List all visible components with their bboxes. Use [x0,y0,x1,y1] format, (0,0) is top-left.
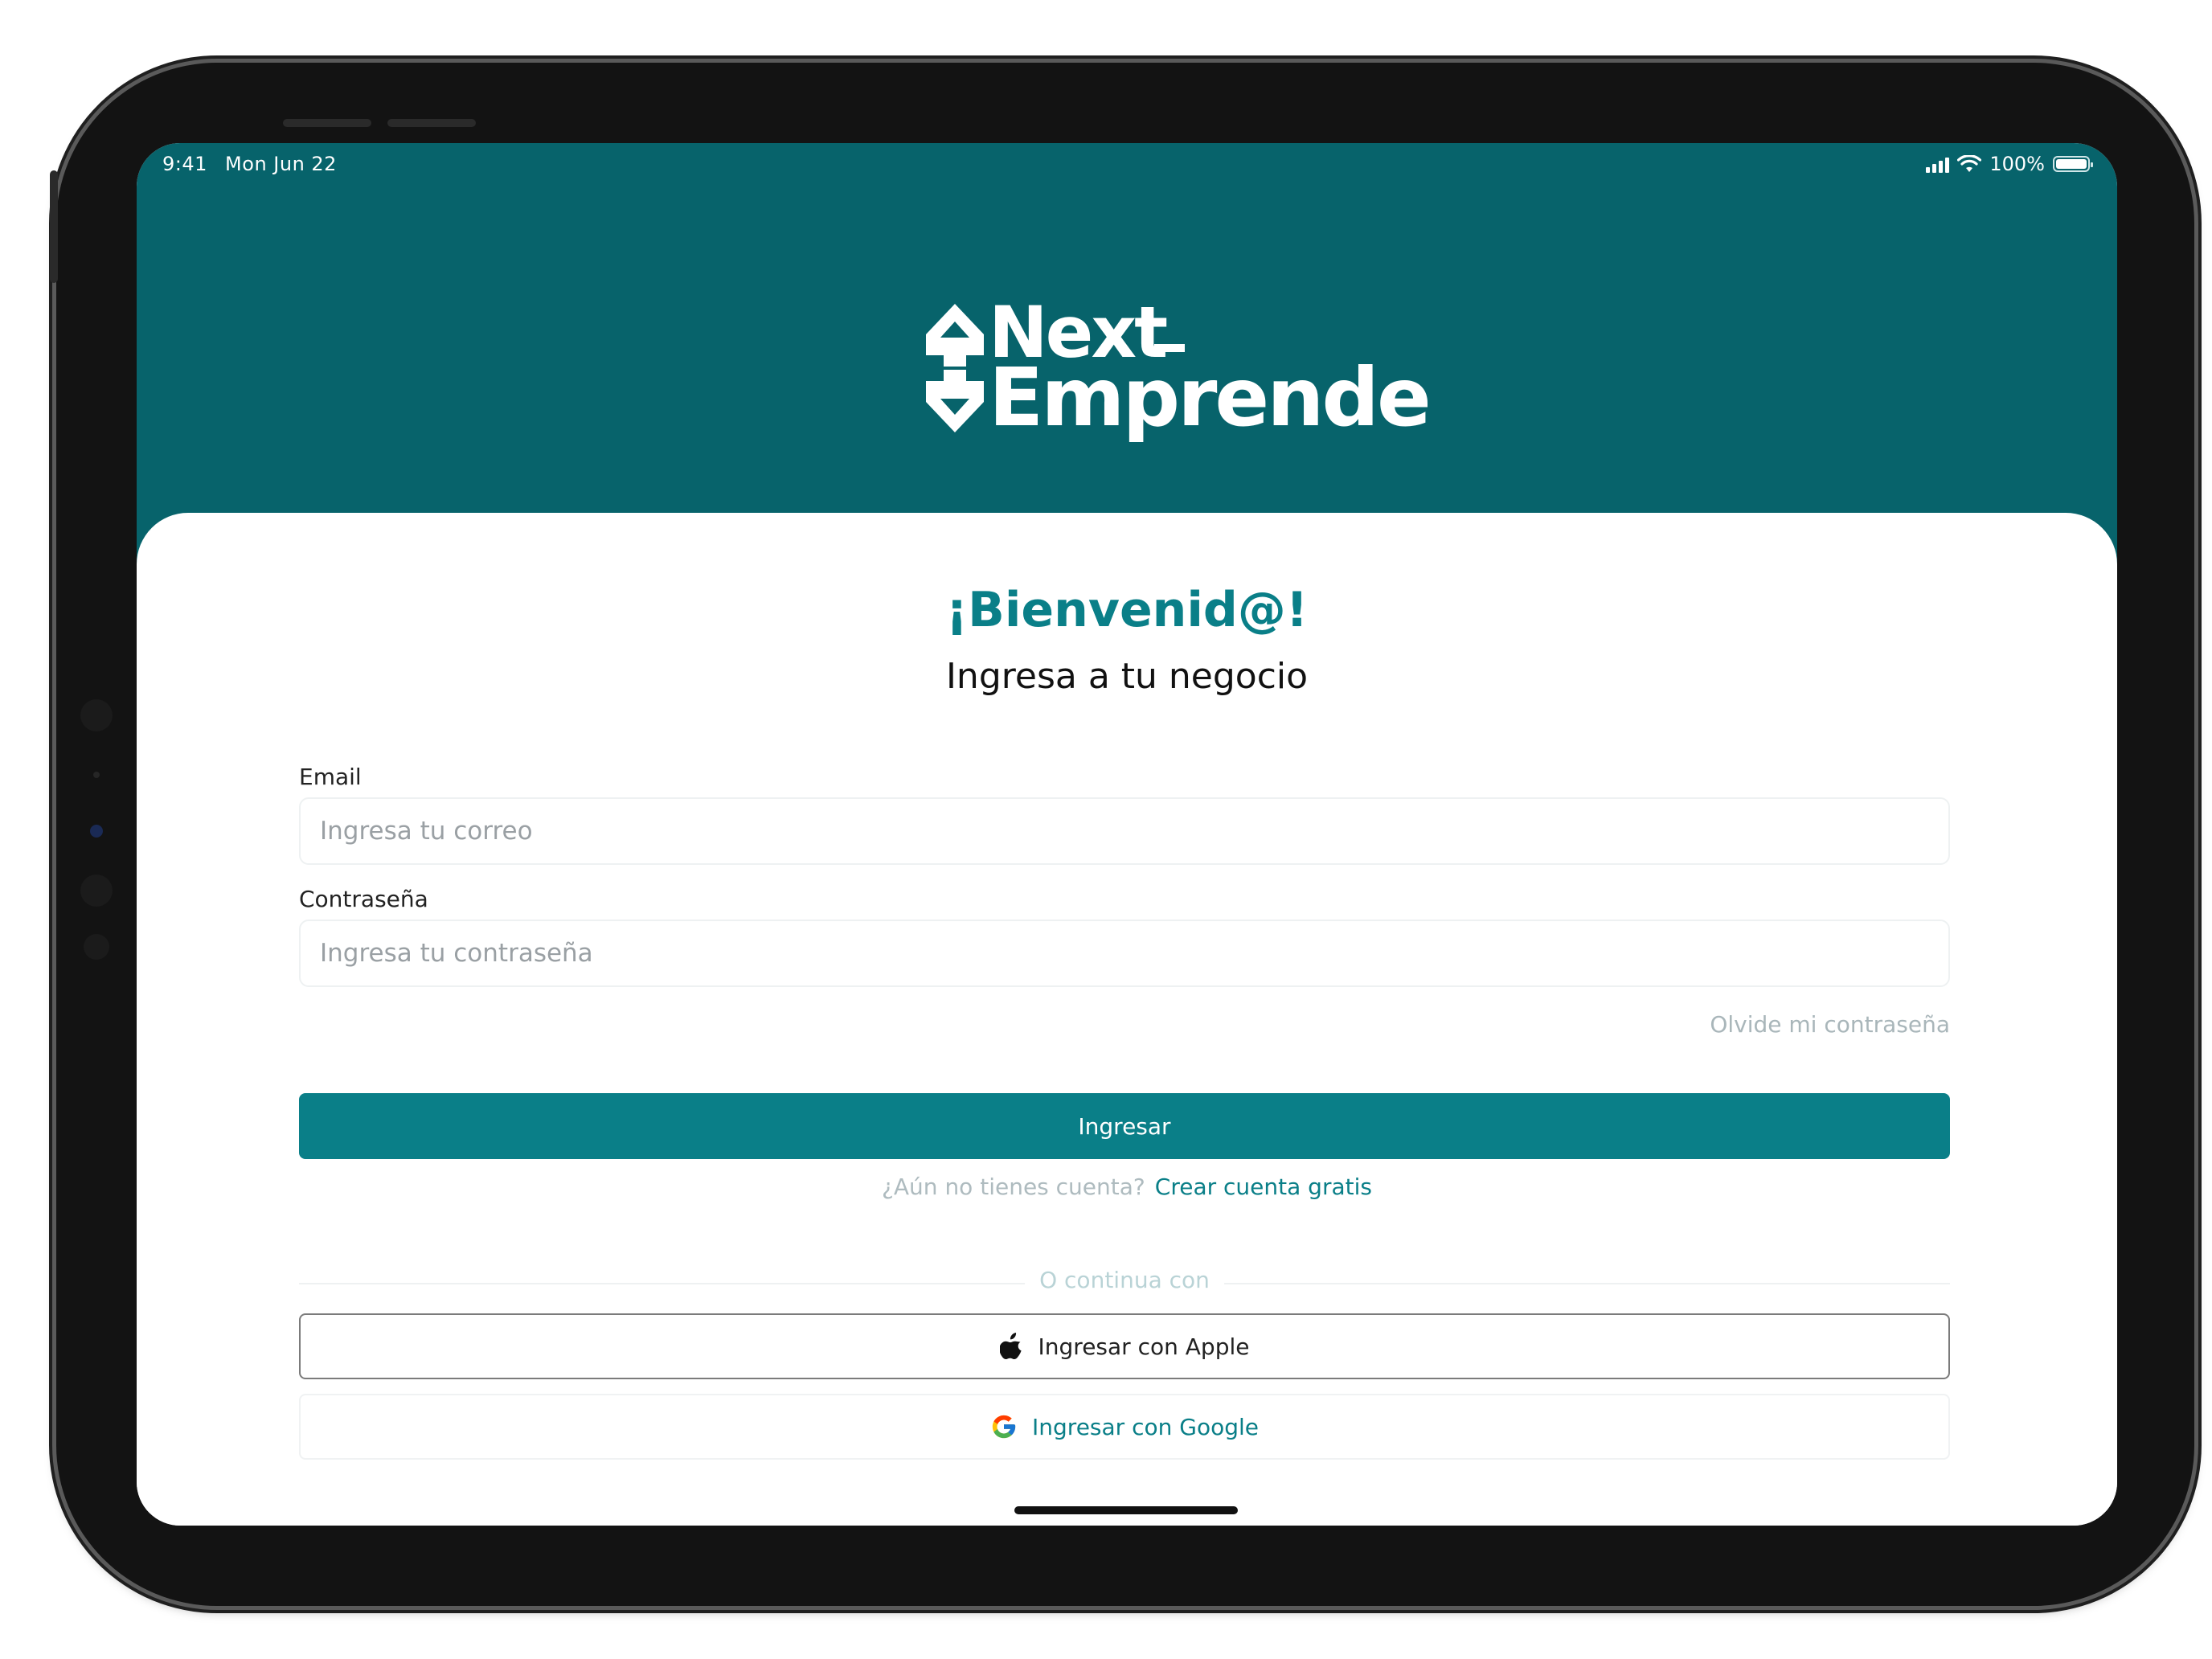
battery-percentage: 100% [1989,153,2045,175]
welcome-subtitle: Ingresa a tu negocio [945,656,1309,697]
google-login-button[interactable]: Ingresar con Google [299,1394,1950,1460]
no-account-text: ¿Aún no tienes cuenta? [882,1174,1145,1200]
signup-prompt: ¿Aún no tienes cuenta? Crear cuenta grati… [137,1174,2117,1200]
front-camera [90,825,103,838]
welcome-title: ¡Bienvenid@! [945,582,1309,638]
google-icon [992,1415,1016,1439]
status-bar: 9:41 Mon Jun 22 100% [137,143,2117,199]
sensor-dot [80,875,113,907]
sensor-dot [84,934,109,960]
apple-icon [999,1333,1022,1359]
status-indicators: 100% [1926,153,2093,175]
apple-login-label: Ingresar con Apple [1038,1333,1250,1360]
forgot-password-link[interactable]: Olvide mi contraseña [1710,1011,1950,1038]
home-indicator[interactable] [1014,1506,1238,1514]
app-screen: 9:41 Mon Jun 22 100% Next Emprende ¡Bien… [137,143,2117,1526]
battery-icon [2053,156,2093,172]
login-card: ¡Bienvenid@! Ingresa a tu negocio Email … [137,513,2117,1526]
brand-logo: Next Emprende [924,291,1432,450]
email-input[interactable] [299,797,1950,865]
status-time: 9:41 [162,153,207,175]
power-hardware-button [50,170,58,283]
brand-name-line2: Emprende [989,350,1432,444]
volume-up-hardware-button [283,119,371,127]
up-down-arrows-logo-icon [926,304,984,432]
divider-text: O continua con [1025,1267,1224,1293]
google-login-label: Ingresar con Google [1032,1413,1259,1440]
sensor-dot [80,699,113,731]
password-input[interactable] [299,920,1950,987]
cellular-signal-icon [1926,155,1950,173]
social-divider: O continua con [299,1267,1950,1299]
status-time-date: 9:41 Mon Jun 22 [162,153,337,175]
email-label: Email [299,764,362,790]
volume-down-hardware-button [387,119,476,127]
sensor-dot [93,772,100,778]
status-date: Mon Jun 22 [225,153,337,175]
create-account-link[interactable]: Crear cuenta gratis [1155,1174,1372,1200]
apple-login-button[interactable]: Ingresar con Apple [299,1313,1950,1379]
wifi-icon [1957,155,1982,172]
password-label: Contraseña [299,886,428,912]
login-button[interactable]: Ingresar [299,1093,1950,1159]
